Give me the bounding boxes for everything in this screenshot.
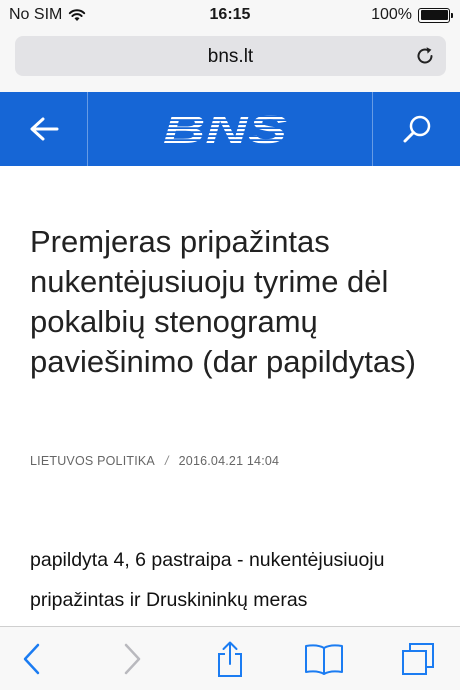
share-button[interactable] xyxy=(210,639,250,679)
article-title: Premjeras pripažintas nukentėjusiuoju ty… xyxy=(30,224,416,379)
browser-toolbar xyxy=(0,626,460,690)
tabs-button[interactable] xyxy=(398,639,438,679)
share-icon xyxy=(218,641,242,677)
header-search-button[interactable] xyxy=(372,92,460,166)
site-header: BNS xyxy=(0,92,460,166)
status-bar: No SIM 16:15 100% xyxy=(0,0,460,30)
battery-icon xyxy=(418,7,453,23)
forward-button[interactable] xyxy=(112,639,152,679)
reload-icon[interactable] xyxy=(414,45,436,67)
article-meta: LIETUVOS POLITIKA / 2016.04.21 14:04 xyxy=(30,454,279,468)
tabs-icon xyxy=(402,643,434,675)
url-text[interactable]: bns.lt xyxy=(15,46,446,68)
back-button[interactable] xyxy=(12,639,52,679)
browser-chrome: bns.lt xyxy=(0,30,460,92)
chevron-right-icon xyxy=(124,643,141,675)
header-back-button[interactable] xyxy=(0,92,88,166)
book-icon xyxy=(305,644,343,675)
meta-separator: / xyxy=(164,454,169,468)
battery-fill xyxy=(420,10,448,20)
bns-logo[interactable]: BNS xyxy=(160,109,290,149)
status-right: 100% xyxy=(371,6,453,24)
article-body: papildyta 4, 6 pastraipa - nukentėjusiuo… xyxy=(30,549,385,611)
bookmarks-button[interactable] xyxy=(304,639,344,679)
article-category[interactable]: LIETUVOS POLITIKA xyxy=(30,454,155,468)
search-icon xyxy=(403,115,430,143)
logo-text: BNS xyxy=(163,109,287,149)
battery-percent: 100% xyxy=(371,6,412,23)
chevron-left-icon xyxy=(23,643,40,675)
arrow-left-icon xyxy=(30,117,58,141)
article-date: 2016.04.21 14:04 xyxy=(178,454,280,468)
address-bar[interactable]: bns.lt xyxy=(15,36,446,76)
